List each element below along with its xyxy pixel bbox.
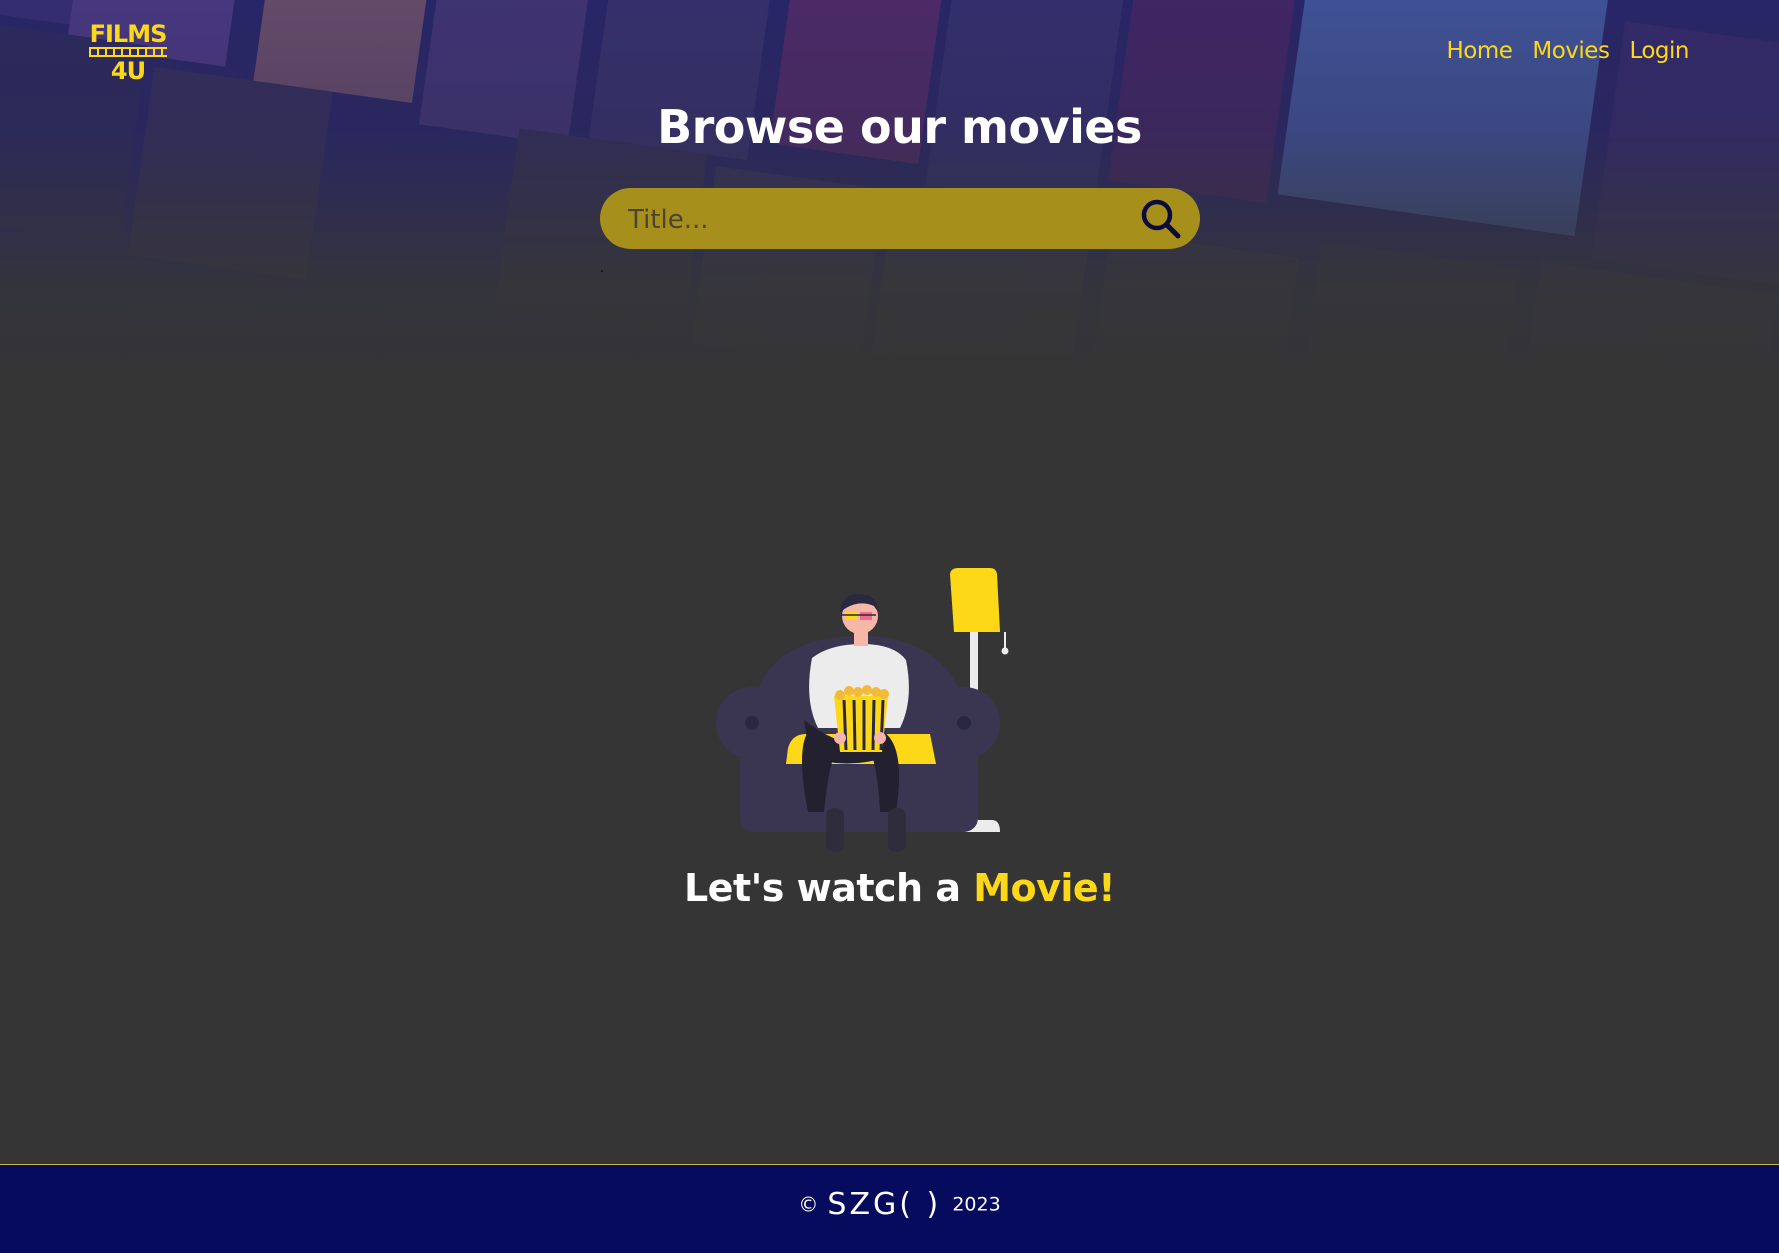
nav-link-movies[interactable]: Movies xyxy=(1532,38,1610,64)
search-input[interactable] xyxy=(626,188,1110,251)
site-logo[interactable]: FILMS 4U xyxy=(89,22,167,83)
main-nav: Home Movies Login xyxy=(1446,38,1689,64)
logo-text-films: FILMS xyxy=(89,20,168,48)
logo-text-4u: 4U xyxy=(110,57,146,85)
film-strip-icon xyxy=(89,47,167,57)
search-bar xyxy=(600,188,1200,251)
page-title: Browse our movies xyxy=(657,100,1142,154)
copyright-symbol: © xyxy=(798,1192,819,1217)
person-on-couch-with-popcorn-illustration xyxy=(700,560,1040,884)
tagline: Let's watch a Movie! xyxy=(0,866,1779,910)
site-footer: © SZG( ) 2023 xyxy=(0,1164,1779,1253)
search-icon xyxy=(1141,199,1181,239)
search-button[interactable] xyxy=(1138,196,1184,242)
page: FILMS 4U Home Movies Login Browse our mo… xyxy=(0,0,1779,1253)
nav-link-home[interactable]: Home xyxy=(1446,38,1512,64)
tagline-prefix: Let's watch a xyxy=(683,866,974,910)
nav-link-login[interactable]: Login xyxy=(1629,38,1689,64)
tagline-accent: Movie! xyxy=(973,866,1116,910)
footer-year: 2023 xyxy=(952,1193,1001,1216)
footer-brand: SZG( ) xyxy=(827,1187,942,1222)
decorative-dot xyxy=(601,270,603,272)
